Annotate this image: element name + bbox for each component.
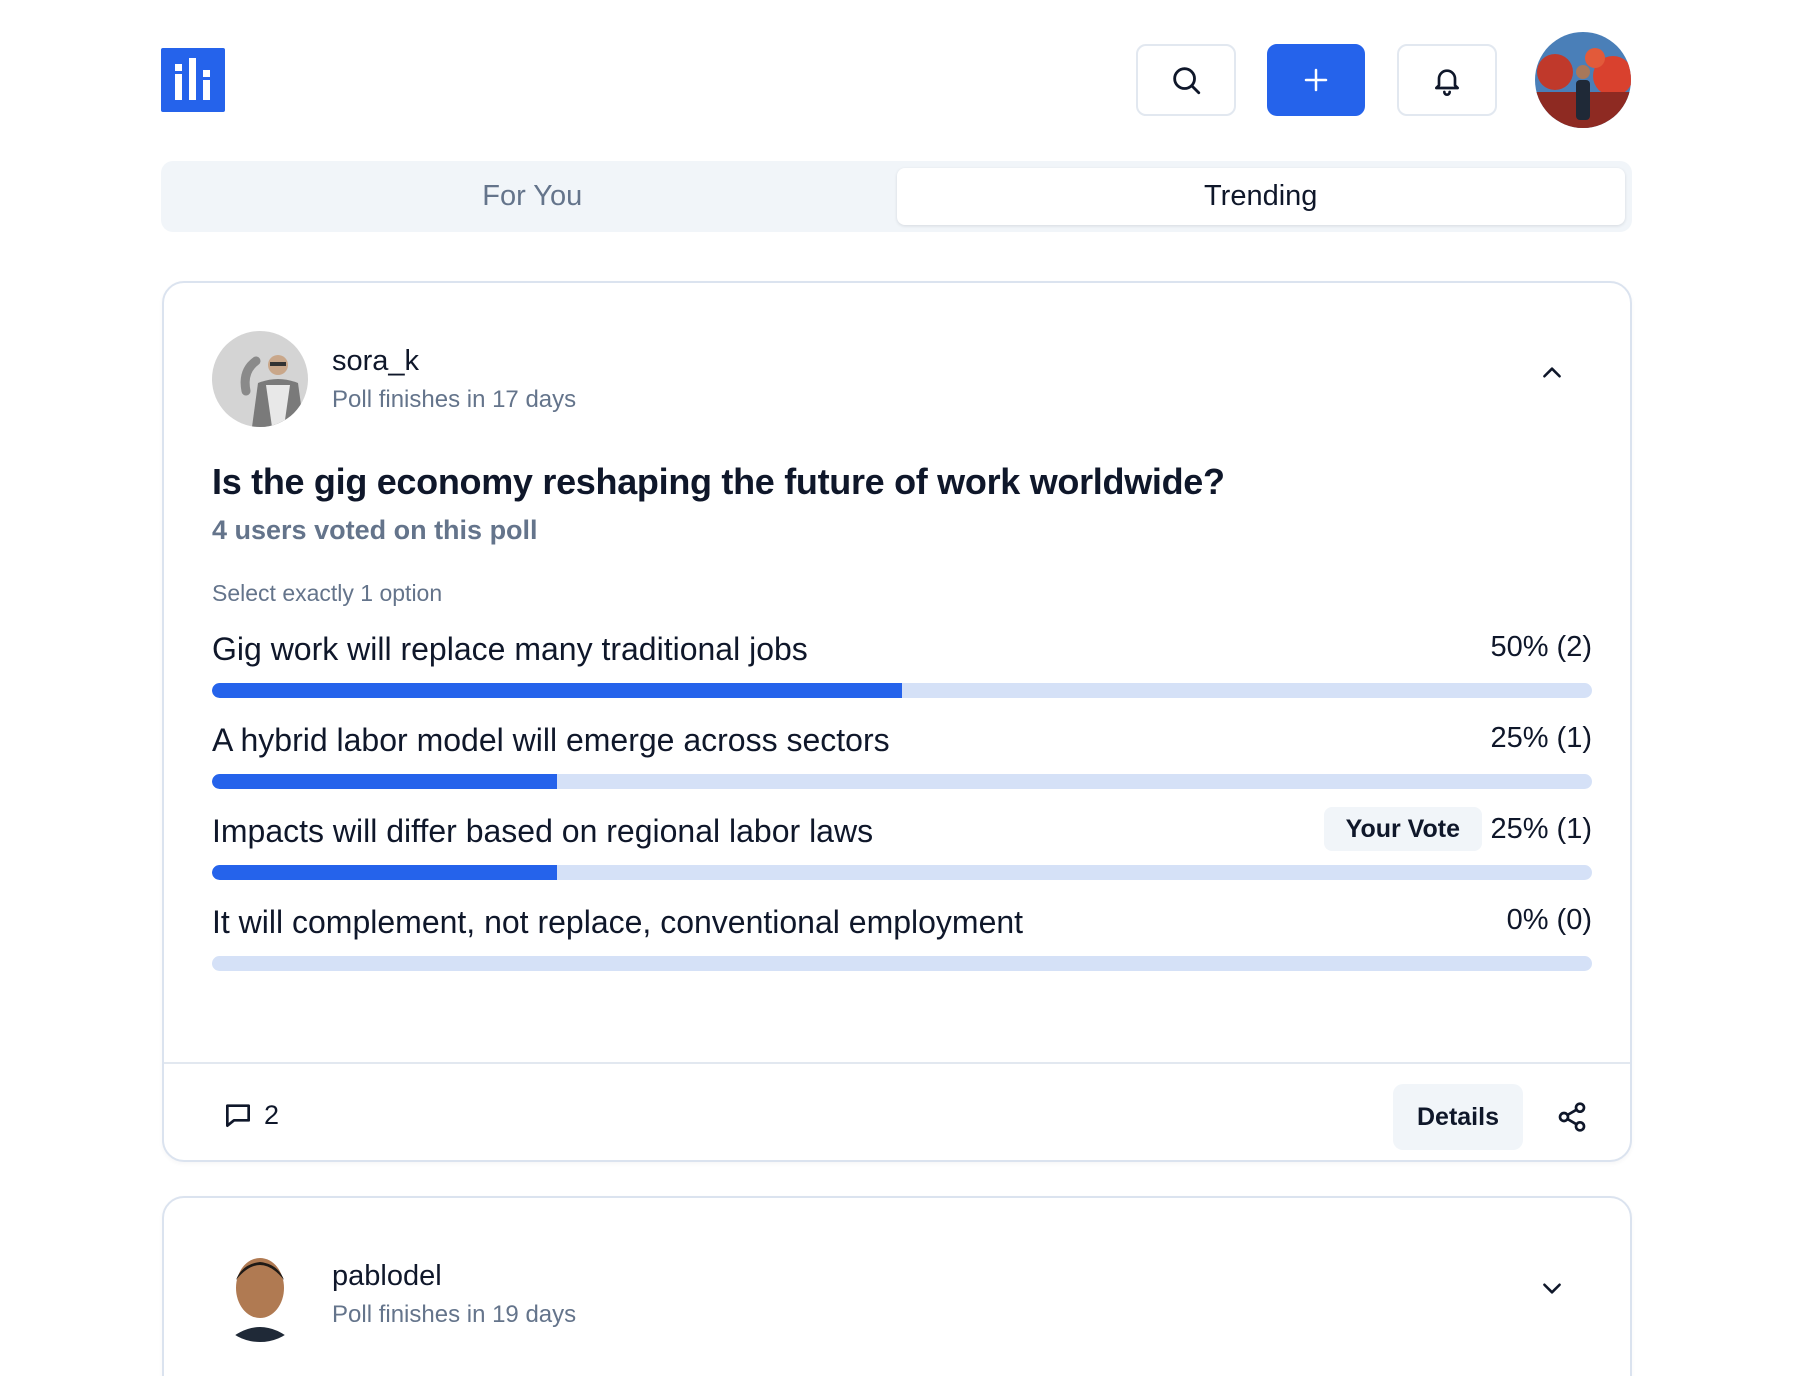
- share-button[interactable]: [1552, 1097, 1592, 1137]
- expand-button[interactable]: [1532, 1268, 1572, 1308]
- your-vote-badge: Your Vote: [1323, 807, 1482, 851]
- user-avatar[interactable]: [1535, 32, 1631, 128]
- option-result: 0% (0): [1506, 904, 1592, 936]
- comment-count: 2: [264, 1099, 280, 1130]
- option-progress-track: [212, 865, 1592, 880]
- option-label: Gig work will replace many traditional j…: [212, 631, 808, 667]
- poll-deadline: Poll finishes in 17 days: [332, 386, 577, 413]
- option-label: A hybrid labor model will emerge across …: [212, 722, 890, 758]
- option-label: Impacts will differ based on regional la…: [212, 813, 874, 849]
- create-poll-button[interactable]: [1267, 44, 1365, 116]
- collapse-button[interactable]: [1532, 353, 1572, 393]
- option-progress-fill: [212, 865, 557, 880]
- option-progress-fill: [212, 774, 557, 789]
- plus-icon: [1304, 68, 1328, 92]
- option-result: 50% (2): [1490, 631, 1592, 663]
- poll-author[interactable]: sora_k: [332, 345, 419, 378]
- details-button[interactable]: Details: [1393, 1084, 1523, 1150]
- comment-icon: [226, 1104, 250, 1127]
- share-icon: [1558, 1102, 1586, 1132]
- tab-for-you[interactable]: For You: [168, 168, 897, 225]
- chevron-down-icon: [1543, 1283, 1561, 1294]
- option-progress-track: [212, 683, 1592, 698]
- page: For You Trending sora_k Poll finishes in…: [0, 0, 1794, 1376]
- bell-icon: [1435, 69, 1459, 96]
- poll-deadline: Poll finishes in 19 days: [332, 1301, 577, 1328]
- search-icon: [1173, 67, 1201, 95]
- option-result: 25% (1): [1490, 722, 1592, 754]
- avatar[interactable]: [212, 1246, 308, 1342]
- option-progress-fill: [212, 683, 902, 698]
- card-divider: [164, 1062, 1630, 1064]
- feed-tabs: For You Trending: [161, 161, 1632, 232]
- vote-count: 4 users voted on this poll: [212, 515, 538, 545]
- chevron-up-icon: [1543, 367, 1561, 378]
- bar-chart-logo-icon[interactable]: [161, 48, 225, 112]
- option-label: It will complement, not replace, convent…: [212, 904, 1024, 940]
- poll-card: pablodel Poll finishes in 19 days: [162, 1196, 1632, 1376]
- option-progress-track: [212, 774, 1592, 789]
- option-result: 25% (1): [1490, 813, 1592, 845]
- selection-hint: Select exactly 1 option: [212, 580, 443, 606]
- option-progress-track: [212, 956, 1592, 971]
- poll-author[interactable]: pablodel: [332, 1260, 442, 1293]
- comments-button[interactable]: 2: [222, 1099, 279, 1131]
- notifications-button[interactable]: [1397, 44, 1497, 116]
- search-button[interactable]: [1136, 44, 1236, 116]
- poll-question: Is the gig economy reshaping the future …: [212, 461, 1225, 502]
- poll-card: sora_k Poll finishes in 17 days Is the g…: [162, 281, 1632, 1162]
- avatar[interactable]: [212, 331, 308, 427]
- tab-trending[interactable]: Trending: [896, 168, 1625, 225]
